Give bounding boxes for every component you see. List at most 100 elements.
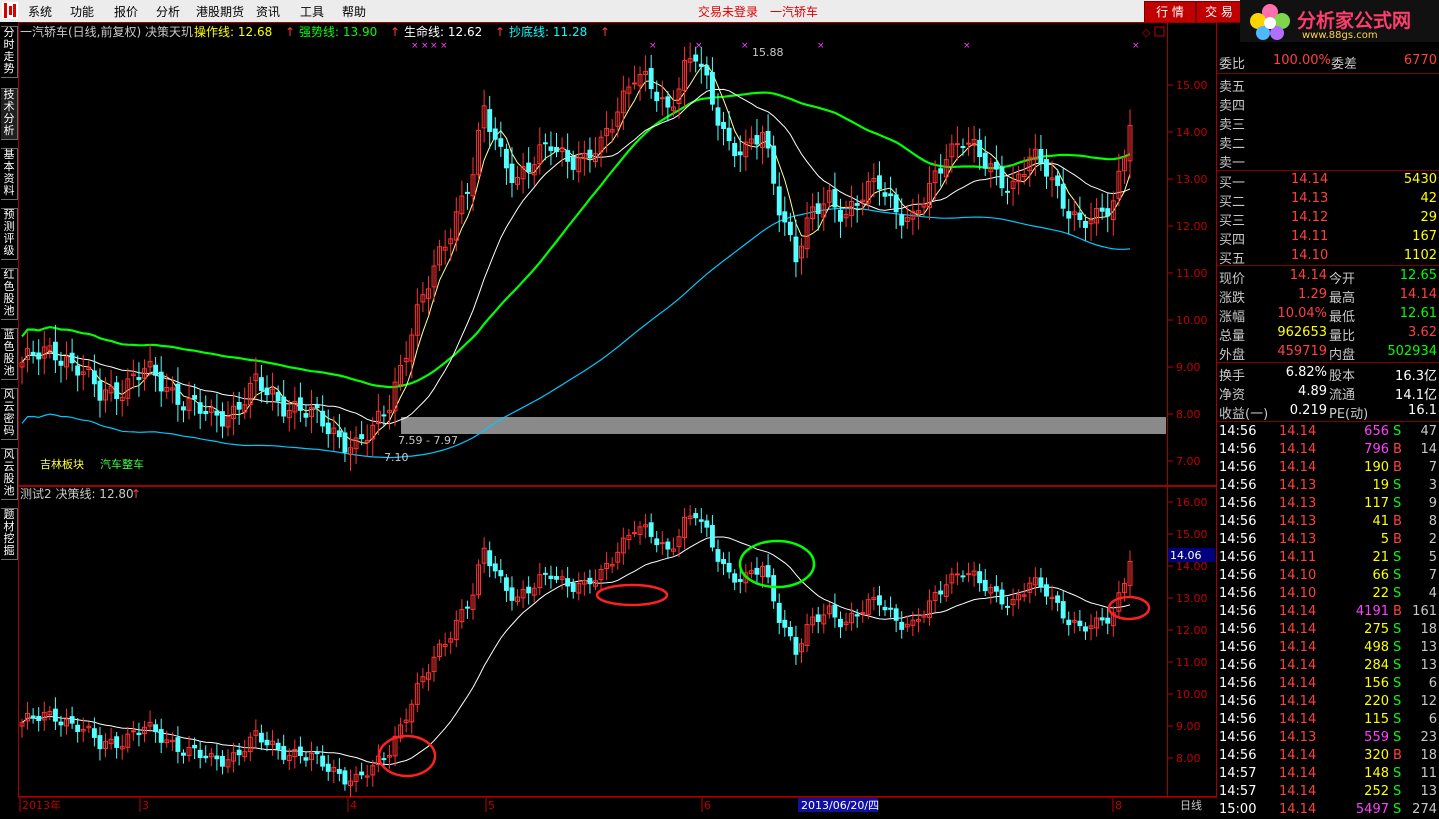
bid-row: 买五 14.10 1102 <box>1217 247 1439 267</box>
sub-panel-title: 测试2 决策线: 12.80 <box>20 486 134 501</box>
sub-candle-body <box>192 744 198 749</box>
tab-forecast[interactable]: 预测评级 <box>1 208 18 260</box>
fund-value: 0.219 <box>1289 403 1327 418</box>
trade-price: 14.14 <box>1279 712 1317 727</box>
trade-volume: 115 <box>1364 712 1389 727</box>
main-candle-body <box>765 130 771 149</box>
ask-row: 卖二 <box>1217 132 1439 152</box>
stat-label: 总量 <box>1219 329 1246 344</box>
trade-button[interactable]: 交 易 <box>1196 1 1242 23</box>
sub-candle-body <box>1099 617 1105 621</box>
main-candle-body <box>771 145 777 184</box>
main-candle-body <box>114 382 120 400</box>
tab-intraday[interactable]: 分时走势 <box>1 26 18 78</box>
tab-blue-pool[interactable]: 蓝色股池 <box>1 328 18 380</box>
trade-row: 14:56 14.14 156 S 6 <box>1217 675 1439 693</box>
sub-candle-body <box>726 562 732 573</box>
block-label-auto[interactable]: 汽车整车 <box>100 457 144 471</box>
sub-candle-body <box>158 729 164 743</box>
sub-candle-body <box>1038 577 1044 588</box>
sub-candle-body <box>258 732 264 743</box>
tab-fengyun-pool[interactable]: 风云股池 <box>1 448 18 500</box>
sub-candle-body <box>492 563 498 572</box>
up-arrow-icon: ↑ <box>495 25 505 39</box>
trade-count: 8 <box>1428 514 1437 529</box>
low-annotation: 7.10 <box>384 451 409 464</box>
trade-count: 9 <box>1428 496 1437 511</box>
main-candle-body <box>542 142 548 145</box>
menu-item-news[interactable]: 资讯 <box>256 3 280 20</box>
fund-value: 16.1 <box>1408 403 1437 418</box>
menu-item-analysis[interactable]: 分析 <box>156 3 180 20</box>
sub-candle-body <box>732 573 738 583</box>
main-candle-body <box>281 396 287 417</box>
trade-time: 14:56 <box>1219 478 1257 493</box>
stat-value: 12.65 <box>1399 268 1437 283</box>
period-label[interactable]: 日线 <box>1180 798 1202 812</box>
trade-row: 14:56 14.10 66 S 7 <box>1217 567 1439 585</box>
menu-item-system[interactable]: 系统 <box>28 3 52 20</box>
tab-fengyun-code[interactable]: 风云密码 <box>1 388 18 440</box>
block-label-jilin[interactable]: 吉林板块 <box>40 457 84 471</box>
trade-price: 14.10 <box>1279 568 1317 583</box>
menu-item-tools[interactable]: 工具 <box>300 3 324 20</box>
tab-theme[interactable]: 题材挖掘 <box>1 508 18 560</box>
main-candle-body <box>236 402 242 410</box>
trade-side: S <box>1393 424 1402 439</box>
menu-item-function[interactable]: 功能 <box>70 3 94 20</box>
ask-label: 卖三 <box>1219 118 1246 133</box>
trade-count: 4 <box>1428 586 1437 601</box>
signal-marker-icon: × <box>817 41 825 51</box>
menu-item-quote[interactable]: 报价 <box>114 3 138 20</box>
trade-time: 14:56 <box>1219 460 1257 475</box>
sub-candle-body <box>776 602 782 623</box>
sub-candle-body <box>882 606 888 611</box>
cursor-date: 2013/06/20/四 <box>801 799 879 812</box>
order-ratio-value: 100.00% <box>1273 53 1331 68</box>
order-diff-value: 6770 <box>1403 53 1437 68</box>
menu-item-hk-futures[interactable]: 港股期货 <box>196 3 244 20</box>
sub-candle-body <box>114 736 120 748</box>
sub-candle-body <box>693 513 699 519</box>
sub-candle-body <box>381 758 387 761</box>
main-candle-body <box>698 63 704 67</box>
sub-candle-body <box>1055 595 1061 603</box>
life-line <box>21 88 1131 425</box>
stat-label: 内盘 <box>1329 348 1356 363</box>
trade-time: 14:56 <box>1219 568 1257 583</box>
trade-side: S <box>1393 766 1402 781</box>
tab-technical[interactable]: 技术分析 <box>1 88 18 140</box>
main-candle-body <box>181 406 186 411</box>
trade-count: 13 <box>1420 784 1437 799</box>
trade-volume: 275 <box>1364 622 1389 637</box>
restore-icon[interactable] <box>1154 26 1165 37</box>
trade-volume: 796 <box>1364 442 1389 457</box>
expand-icon[interactable]: ◇ <box>1142 26 1151 39</box>
main-candle-body <box>36 352 42 360</box>
main-candle-body <box>1005 190 1010 193</box>
sub-candles <box>19 505 1133 797</box>
tab-red-pool[interactable]: 红色股池 <box>1 268 18 320</box>
main-candle-body <box>219 411 225 427</box>
menu-item-help[interactable]: 帮助 <box>342 3 366 20</box>
trade-time: 14:57 <box>1219 766 1257 781</box>
sub-axis-label: 11.00 <box>1176 656 1208 669</box>
main-candle-body <box>854 203 860 206</box>
sub-candle-body <box>30 715 36 719</box>
sub-candle-body <box>665 541 671 550</box>
main-axis-label: 10.00 <box>1176 314 1208 327</box>
main-axis-label: 8.00 <box>1176 408 1201 421</box>
trade-side: B <box>1393 748 1402 763</box>
fund-row: 净资 4.89 流通 14.1亿 <box>1217 383 1439 403</box>
sub-axis-label: 9.00 <box>1176 720 1201 733</box>
tab-fundamentals[interactable]: 基本资料 <box>1 148 18 200</box>
stat-row: 现价 14.14 今开 12.65 <box>1217 267 1439 287</box>
signal-marker-icon: × <box>1132 41 1140 51</box>
band-annotation: 7.59 - 7.97 <box>398 434 458 447</box>
market-button[interactable]: 行 情 <box>1144 1 1196 23</box>
main-candle-body <box>999 166 1005 189</box>
sub-candle-body <box>815 614 821 622</box>
trade-price: 14.14 <box>1279 622 1317 637</box>
trade-count: 274 <box>1412 802 1437 817</box>
kline-chart[interactable]: 15.00 14.00 13.00 12.00 11.00 10.00 9.00 8.00 7.… <box>18 22 1217 797</box>
